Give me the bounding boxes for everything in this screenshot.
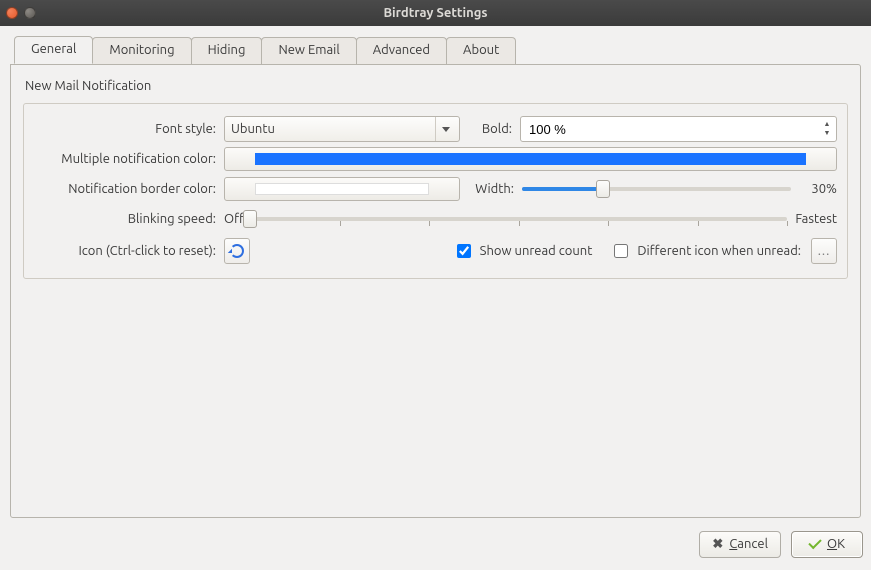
ellipsis-icon: ...: [818, 244, 831, 258]
tab-hiding[interactable]: Hiding: [191, 37, 263, 65]
blink-fastest-label: Fastest: [787, 212, 837, 226]
tab-advanced[interactable]: Advanced: [356, 37, 447, 65]
section-title: New Mail Notification: [25, 79, 848, 93]
tab-bar: General Monitoring Hiding New Email Adva…: [10, 36, 861, 64]
tab-monitoring[interactable]: Monitoring: [92, 37, 191, 65]
titlebar: Birdtray Settings: [0, 0, 871, 26]
multi-color-label: Multiple notification color:: [34, 152, 224, 166]
notification-groupbox: Font style: Ubuntu Bold: ▲ ▼: [23, 103, 848, 279]
multi-color-swatch: [255, 153, 806, 165]
show-unread-label: Show unread count: [480, 244, 593, 258]
refresh-icon: [230, 244, 244, 258]
bold-spin[interactable]: ▲ ▼: [520, 116, 837, 142]
border-color-swatch: [255, 183, 429, 195]
width-label: Width:: [460, 182, 522, 196]
font-style-label: Font style:: [34, 122, 224, 136]
border-color-label: Notification border color:: [34, 182, 224, 196]
bold-label: Bold:: [460, 122, 520, 136]
diff-icon-label: Different icon when unread:: [637, 244, 801, 258]
window-title: Birdtray Settings: [0, 6, 871, 20]
tab-panel-general: New Mail Notification Font style: Ubuntu…: [10, 64, 861, 518]
ok-check-icon: [808, 536, 821, 549]
blink-slider[interactable]: [250, 208, 787, 230]
tab-about[interactable]: About: [446, 37, 516, 65]
diff-icon-input[interactable]: [614, 244, 628, 258]
multi-color-button[interactable]: [224, 147, 837, 171]
width-slider[interactable]: [522, 178, 791, 200]
font-style-combo[interactable]: Ubuntu: [224, 116, 460, 142]
spin-down-icon[interactable]: ▼: [821, 130, 833, 138]
bold-input[interactable]: [527, 121, 821, 138]
ok-button[interactable]: OK: [791, 531, 863, 558]
font-style-value: Ubuntu: [231, 122, 275, 136]
diff-icon-checkbox[interactable]: Different icon when unread:: [610, 241, 801, 261]
show-unread-input[interactable]: [457, 244, 471, 258]
width-value: 30%: [791, 182, 837, 196]
cancel-button[interactable]: ✖ Cancel: [699, 531, 781, 558]
spin-up-icon[interactable]: ▲: [821, 121, 833, 129]
cancel-icon: ✖: [712, 537, 723, 552]
tab-new-email[interactable]: New Email: [261, 37, 356, 65]
border-color-button[interactable]: [224, 177, 460, 201]
icon-reset-label: Icon (Ctrl-click to reset):: [34, 244, 224, 258]
blink-label: Blinking speed:: [34, 212, 224, 226]
choose-icon-button[interactable]: ...: [811, 238, 837, 264]
tab-general[interactable]: General: [14, 36, 93, 64]
icon-reset-button[interactable]: [224, 238, 250, 264]
dialog-footer: ✖ Cancel OK: [0, 524, 871, 564]
show-unread-checkbox[interactable]: Show unread count: [453, 241, 593, 261]
chevron-down-icon: [435, 117, 455, 141]
